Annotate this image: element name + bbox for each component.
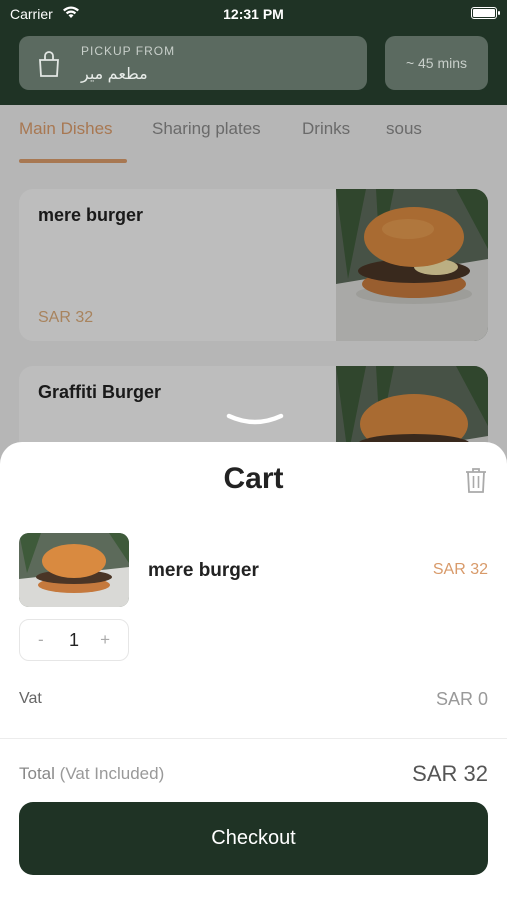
total-label-text: Total <box>19 764 55 783</box>
increment-button[interactable]: + <box>100 630 110 650</box>
app-header: Carrier 12:31 PM PICKUP FROM مطعم مير ~ … <box>0 0 507 105</box>
quantity-stepper: - 1 + <box>19 619 129 661</box>
checkout-button[interactable]: Checkout <box>19 802 488 875</box>
pickup-location-button[interactable]: PICKUP FROM مطعم مير <box>19 36 367 90</box>
cart-item-name: mere burger <box>148 560 259 581</box>
cart-item-image <box>19 533 129 607</box>
shopping-bag-icon <box>37 50 61 83</box>
cart-title: Cart <box>223 462 284 495</box>
chevron-down-icon[interactable] <box>226 412 284 433</box>
quantity-value: 1 <box>68 630 79 650</box>
divider <box>0 738 507 739</box>
total-label: Total (Vat Included) <box>19 764 164 784</box>
pickup-restaurant-name: مطعم مير <box>81 66 148 83</box>
cart-item-price: SAR 32 <box>432 561 488 578</box>
eta-badge: ~ 45 mins <box>385 36 488 90</box>
battery-icon <box>471 7 500 19</box>
vat-label: Vat <box>19 690 42 707</box>
cart-sheet: Cart mere burger SAR 32 - 1 + Vat SAR 0 … <box>0 442 507 900</box>
total-note: (Vat Included) <box>59 764 165 783</box>
pickup-label: PICKUP FROM <box>81 44 176 58</box>
status-time: 12:31 PM <box>223 6 284 22</box>
vat-value: SAR 0 <box>435 689 488 709</box>
trash-icon[interactable] <box>464 466 488 499</box>
total-value: SAR 32 <box>412 761 488 786</box>
status-bar: Carrier 12:31 PM <box>0 0 507 28</box>
